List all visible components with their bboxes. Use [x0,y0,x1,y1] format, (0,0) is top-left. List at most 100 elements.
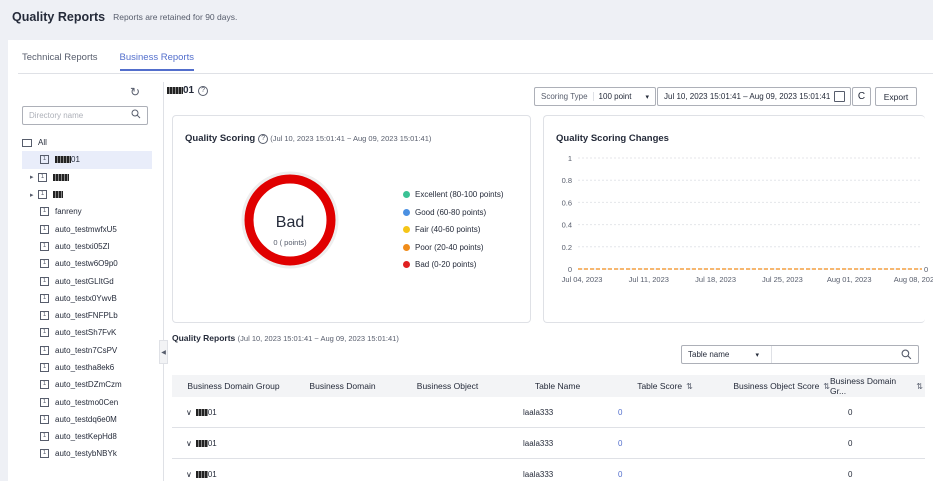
y-tick-label: 0 [568,265,572,274]
tree-item[interactable]: 1 auto_testw6O9p0 [22,255,152,272]
legend-item: Excellent (80-100 points) [403,186,504,204]
table-filter[interactable]: Table name ▾ [681,345,919,364]
card-range-text: (Jul 10, 2023 15:01:41 ~ Aug 09, 2023 15… [270,134,432,143]
tree-item[interactable]: 1 auto_testmwfxU5 [22,220,152,237]
directory-sidebar: ↻ Directory name All 1 01 ▸ 1 ▸ 1 1 fanre… [22,82,152,481]
tree-root[interactable]: All [22,134,152,151]
redacted-text [55,156,71,164]
cell-table-score[interactable]: 0 [610,397,720,427]
refresh-button[interactable]: C [852,87,871,106]
cell-group: ∨ 01 [172,459,295,481]
directory-tree: All 1 01 ▸ 1 ▸ 1 1 fanreny 1 auto_testmwfx… [22,134,152,463]
column-header-object-score[interactable]: Business Object Score ⇅ [720,375,830,397]
cell-domain [295,397,390,427]
tree-item[interactable]: 1 auto_testSh7FvK [22,324,152,341]
score-points: 0 ( points) [273,238,307,247]
table-icon: 1 [40,276,49,286]
tree-item[interactable]: 1 auto_testDZmCzm [22,376,152,393]
table-icon: 1 [40,259,49,269]
cell-table-score[interactable]: 0 [610,459,720,481]
column-header-table-score[interactable]: Table Score ⇅ [610,375,720,397]
tree-item[interactable]: 1 auto_testdq6e0M [22,411,152,428]
chevron-down-icon: ▾ [645,93,649,101]
table-row[interactable]: ∨ 01 laala333 0 0 [172,428,925,459]
cell-text: 01 [207,438,217,448]
tree-item[interactable]: 1 fanreny [22,203,152,220]
tab-technical-reports[interactable]: Technical Reports [22,52,98,71]
cell-group: ∨ 01 [172,397,295,427]
help-icon[interactable]: ? [258,133,269,144]
tree-item-label: auto_testSh7FvK [55,328,117,338]
sort-icon[interactable]: ⇅ [916,382,923,391]
tab-business-reports[interactable]: Business Reports [119,52,194,71]
cell-text: 01 [207,469,217,479]
table-icon: 1 [40,449,49,459]
cell-table-name: laala333 [523,407,554,417]
cell-object [390,459,505,481]
legend-item: Good (60-80 points) [403,204,504,222]
expand-arrow-icon[interactable]: ▸ [30,191,38,199]
tree-item[interactable]: 1 auto_testxi05ZI [22,238,152,255]
sort-icon[interactable]: ⇅ [823,382,830,391]
tree-item-label: auto_testw6O9p0 [55,259,118,269]
date-range-picker[interactable]: Jul 10, 2023 15:01:41 – Aug 09, 2023 15:… [657,87,851,106]
refresh-icon[interactable]: ↻ [130,85,140,99]
reports-title-text: Quality Reports [172,333,236,343]
collapse-sidebar-button[interactable]: ◀ [159,340,168,364]
tree-item[interactable]: 1 auto_testGLItGd [22,272,152,289]
tree-item[interactable]: 1 auto_testKepHd8 [22,428,152,445]
legend-label: Bad (0-20 points) [415,260,477,270]
column-header-group-score[interactable]: Business Domain Gr... ⇅ [830,375,925,397]
help-icon[interactable]: ? [198,85,209,96]
table-icon: 1 [40,207,49,217]
legend-label: Excellent (80-100 points) [415,190,504,200]
table-icon: 1 [40,345,49,355]
tree-item-label: auto_testha8ek6 [55,363,115,372]
tree-item[interactable]: 1 auto_testx0YwvB [22,290,152,307]
tabs-divider [18,73,933,74]
directory-search-input[interactable]: Directory name [22,106,148,125]
tree-item-label: auto_testFNFPLb [55,311,118,321]
redacted-text [53,173,69,181]
column-header: Business Domain Group [187,381,280,391]
scoring-type-value: 100 point [598,92,632,101]
table-icon: 1 [40,363,49,372]
export-button[interactable]: Export [875,87,917,106]
scoring-type-select[interactable]: Scoring Type 100 point ▾ [534,87,656,106]
cell-object [390,428,505,458]
redacted-text [195,439,208,447]
cell-object-score [720,459,830,481]
expand-chevron-icon[interactable]: ∨ [186,439,192,448]
expand-chevron-icon[interactable]: ∨ [186,408,192,417]
tree-item[interactable]: 1 01 [22,151,152,169]
cell-table-score[interactable]: 0 [610,428,720,458]
tree-item[interactable]: 1 auto_testmo0Cen [22,393,152,410]
cell-domain [295,459,390,481]
sort-icon[interactable]: ⇅ [686,382,693,391]
table-icon: 1 [40,293,49,303]
table-row[interactable]: ∨ 01 laala333 0 0 [172,459,925,481]
table-row[interactable]: ∨ 01 laala333 0 0 [172,397,925,428]
tree-item[interactable]: ▸ 1 [22,186,152,203]
search-icon[interactable] [901,349,912,360]
cell-object [390,397,505,427]
tree-item-label: 01 [71,155,80,165]
filter-field-select[interactable]: Table name ▾ [682,346,772,363]
score-grade: Bad [275,214,305,231]
tree-item[interactable]: 1 auto_testybNBYk [22,445,152,462]
cell-domain [295,428,390,458]
table-icon: 1 [40,311,49,321]
report-tabs: Technical Reports Business Reports [22,52,194,71]
column-header: Business Domain [309,381,376,391]
calendar-icon[interactable] [834,91,845,102]
tree-item[interactable]: ▸ 1 [22,169,152,186]
search-icon[interactable] [131,109,141,119]
expand-arrow-icon[interactable]: ▸ [30,173,38,181]
tree-item[interactable]: 1 auto_testha8ek6 [22,359,152,376]
expand-chevron-icon[interactable]: ∨ [186,470,192,479]
y-tick-label: 0.8 [562,176,572,185]
tree-item[interactable]: 1 auto_testn7CsPV [22,342,152,359]
refresh-icon: C [857,91,866,102]
tree-item[interactable]: 1 auto_testFNFPLb [22,307,152,324]
table-icon: 1 [40,328,49,338]
